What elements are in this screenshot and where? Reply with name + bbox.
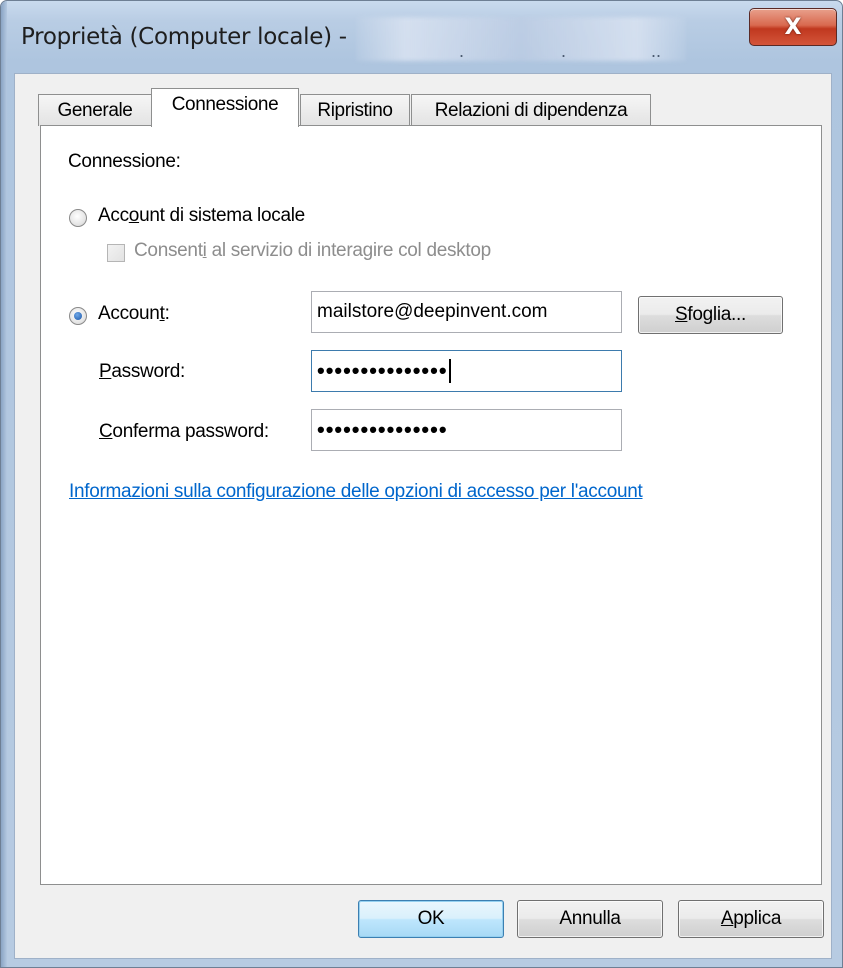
properties-dialog: Proprietà (Computer locale) - . . .. X G…: [0, 0, 843, 968]
tab-label: Generale: [57, 99, 133, 121]
confirm-password-value: •••••••••••••••: [317, 417, 448, 442]
this-account-radio[interactable]: [69, 307, 87, 325]
tab-label: Connessione: [171, 94, 279, 115]
apply-button-label: Applica: [720, 908, 782, 929]
redacted-mark: .: [459, 41, 465, 61]
cancel-button-label: Annulla: [559, 908, 621, 929]
desktop-interaction-label: Consenti al servizio di interagire col d…: [134, 240, 491, 261]
ok-button-label: OK: [417, 908, 445, 929]
ok-button[interactable]: OK: [358, 900, 504, 938]
cancel-button[interactable]: Annulla: [517, 900, 663, 938]
tab-generale[interactable]: Generale: [38, 94, 152, 126]
tab-label: Ripristino: [317, 99, 393, 121]
window-title: Proprietà (Computer locale) -: [21, 24, 347, 50]
desktop-interaction-checkbox[interactable]: [107, 244, 125, 262]
redacted-mark: ..: [651, 41, 662, 61]
browse-button[interactable]: Sfoglia...: [638, 296, 783, 334]
window-frame-edge: [1, 1, 7, 967]
tab-ripristino[interactable]: Ripristino: [300, 94, 410, 126]
password-label: Password:: [99, 361, 186, 382]
close-icon: X: [784, 14, 802, 40]
tab-label: Relazioni di dipendenza: [434, 99, 628, 121]
redacted-title-region: [356, 17, 686, 61]
connection-section-label: Connessione:: [68, 151, 181, 172]
password-input[interactable]: •••••••••••••••: [311, 350, 622, 392]
text-caret: [448, 359, 451, 383]
account-input[interactable]: mailstore@deepinvent.com: [311, 291, 622, 333]
tab-relazioni-di-dipendenza[interactable]: Relazioni di dipendenza: [411, 94, 651, 126]
apply-button[interactable]: Applica: [678, 900, 824, 938]
confirm-password-input[interactable]: •••••••••••••••: [311, 409, 622, 451]
password-value: •••••••••••••••: [317, 358, 448, 383]
logon-options-help-link[interactable]: Informazioni sulla configurazione delle …: [69, 481, 643, 503]
close-button[interactable]: X: [749, 8, 837, 46]
redacted-mark: .: [561, 41, 567, 61]
account-value: mailstore@deepinvent.com: [317, 301, 548, 322]
browse-button-label: Sfoglia...: [675, 304, 746, 325]
title-bar[interactable]: Proprietà (Computer locale) - . . ..: [1, 1, 842, 73]
confirm-password-label: Conferma password:: [99, 421, 269, 442]
tab-panel-connessione: Connessione: Account di sistema locale C…: [40, 125, 822, 885]
local-system-account-radio[interactable]: [69, 209, 87, 227]
tab-connessione[interactable]: Connessione: [151, 88, 299, 127]
this-account-label[interactable]: Account:: [98, 303, 170, 325]
local-system-account-label[interactable]: Account di sistema locale: [98, 205, 305, 227]
